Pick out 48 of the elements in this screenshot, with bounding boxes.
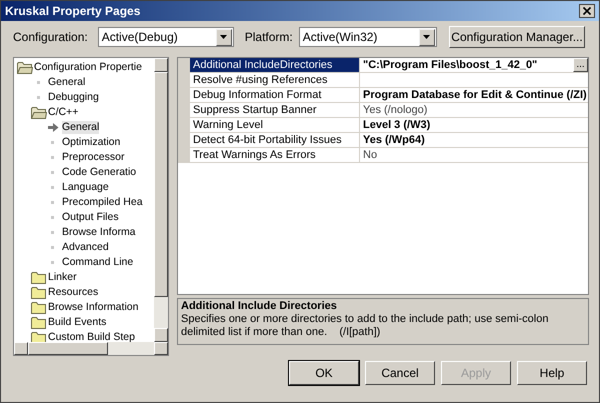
- dialog-button[interactable]: OK: [289, 361, 359, 385]
- arrow-icon: [48, 123, 59, 132]
- property-value[interactable]: Level 3 (/W3): [360, 118, 430, 132]
- tree-item[interactable]: Output Files: [62, 211, 119, 224]
- tree-item[interactable]: General: [48, 76, 86, 89]
- tree-item[interactable]: Browse Information: [48, 301, 138, 314]
- tree-item[interactable]: Custom Build Step: [48, 331, 135, 342]
- property-name[interactable]: Detect 64-bit Portability Issues: [190, 133, 360, 147]
- window-title: Kruskal Property Pages: [5, 3, 140, 20]
- property-name[interactable]: Treat Warnings As Errors: [190, 148, 360, 162]
- property-name[interactable]: Resolve #using References: [190, 73, 360, 87]
- description-title: Additional Include Directories: [181, 300, 338, 313]
- tree-item[interactable]: Command Line: [62, 256, 134, 269]
- dropdown[interactable]: Active(Debug): [98, 27, 234, 47]
- tree-item[interactable]: General: [62, 121, 100, 134]
- tree-item[interactable]: Language: [62, 181, 109, 194]
- tree-item[interactable]: Browse Informa: [62, 226, 136, 239]
- tree-item[interactable]: Debugging: [48, 91, 99, 104]
- property-value[interactable]: "C:\Program Files\boost_1_42_0": [360, 58, 538, 72]
- property-value[interactable]: Program Database for Edit & Continue (/ZI): [360, 88, 587, 102]
- configuration-manager-button[interactable]: Configuration Manager...: [449, 26, 585, 48]
- horizontal-scrollbar[interactable]: [14, 342, 168, 355]
- vertical-scrollbar[interactable]: [154, 58, 168, 342]
- tree-item[interactable]: Optimization: [62, 136, 120, 149]
- property-value[interactable]: Yes (/nologo): [360, 103, 428, 117]
- tree-item[interactable]: C/C++: [48, 106, 78, 119]
- property-name[interactable]: Additional IncludeDirectories: [190, 58, 360, 72]
- tree-item[interactable]: Advanced: [62, 241, 109, 254]
- tree-item[interactable]: Configuration Propertie: [34, 61, 142, 74]
- tree-item[interactable]: Precompiled Hea: [62, 196, 143, 209]
- close-icon[interactable]: [579, 4, 595, 18]
- tree-item[interactable]: Code Generatio: [62, 166, 136, 179]
- dialog-button[interactable]: Help: [517, 361, 587, 385]
- tree-item[interactable]: Preprocessor: [62, 151, 124, 164]
- property-value[interactable]: No: [360, 148, 378, 162]
- tree-item[interactable]: Resources: [48, 286, 98, 299]
- property-name[interactable]: Suppress Startup Banner: [190, 103, 360, 117]
- browse-button[interactable]: ...: [573, 58, 588, 72]
- tree-item[interactable]: Build Events: [48, 316, 106, 329]
- platform-label: Platform:: [244, 29, 293, 46]
- property-value[interactable]: Yes (/Wp64): [360, 133, 425, 147]
- property-name[interactable]: Warning Level: [190, 118, 360, 132]
- dialog-button[interactable]: Cancel: [365, 361, 435, 385]
- description-text: Specifies one or more directories to add to the include path; use semi-colon delimited list if more than one. (/I[path]): [181, 313, 550, 339]
- property-name[interactable]: Debug Information Format: [190, 88, 360, 102]
- tree-item[interactable]: Linker: [48, 271, 77, 284]
- dropdown[interactable]: Active(Win32): [298, 27, 437, 47]
- configuration-label: Configuration:: [13, 29, 88, 46]
